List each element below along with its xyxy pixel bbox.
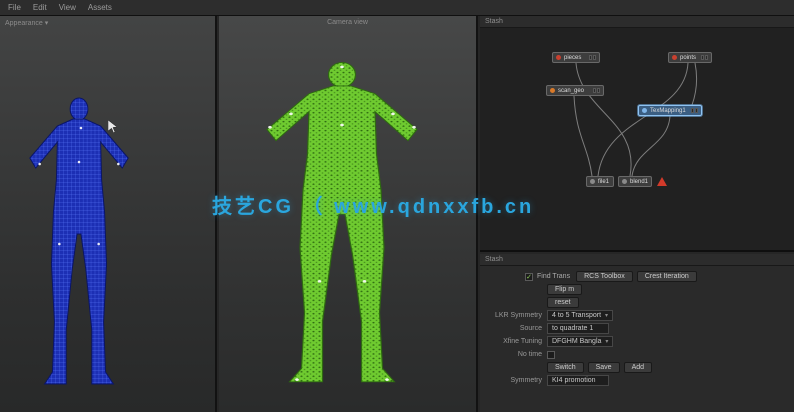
node-label: file1 bbox=[598, 179, 609, 185]
menubar: File Edit View Assets bbox=[0, 0, 794, 16]
source-field[interactable]: to quadrate 1 bbox=[547, 323, 609, 334]
find-trans-checkbox[interactable]: ✓ bbox=[525, 273, 533, 281]
notime-checkbox[interactable] bbox=[547, 351, 555, 359]
menu-assets[interactable]: Assets bbox=[88, 3, 112, 12]
tuning-field[interactable]: DFGHM Bangla ▾ bbox=[547, 336, 613, 347]
node-flags-icon bbox=[701, 55, 708, 60]
viewport-wireframe[interactable]: Appearance ▾ bbox=[0, 16, 217, 412]
blue-wireframe-figure bbox=[20, 94, 138, 394]
node-flags-icon bbox=[593, 88, 600, 93]
node-blend[interactable]: blend1 bbox=[618, 176, 652, 187]
watermark-text: 技艺CG （ www.qdnxxfb.cn bbox=[212, 190, 534, 219]
node-label: points bbox=[680, 55, 696, 61]
node-pieces[interactable]: pieces bbox=[552, 52, 600, 63]
chevron-down-icon: ▾ bbox=[605, 312, 608, 319]
node-color-dot bbox=[590, 179, 595, 184]
viewport-center-label[interactable]: Camera view bbox=[327, 19, 368, 26]
node-points[interactable]: points bbox=[668, 52, 712, 63]
warning-icon bbox=[657, 177, 667, 186]
node-color-dot bbox=[622, 179, 627, 184]
symmetry2-field-value: KI4 promotion bbox=[552, 377, 596, 384]
menu-edit[interactable]: Edit bbox=[33, 3, 47, 12]
menu-file[interactable]: File bbox=[8, 3, 21, 12]
mouse-cursor-icon bbox=[108, 120, 118, 134]
find-trans-label: Find Trans bbox=[537, 273, 570, 280]
symmetry-dropdown-value: 4 to 5 Transport bbox=[552, 312, 601, 319]
crest-iteration-button[interactable]: Crest Iteration bbox=[637, 271, 697, 283]
parameters-panel: Stash ✓ Find Trans RCS Toolbox Crest Ite… bbox=[480, 254, 794, 412]
source-label: Source bbox=[480, 325, 542, 332]
flip-button[interactable]: Flip m bbox=[547, 284, 582, 296]
node-label: blend1 bbox=[630, 179, 648, 185]
node-flags-icon bbox=[691, 108, 698, 113]
parameters-header: Stash bbox=[480, 254, 794, 266]
node-flags-icon bbox=[589, 55, 596, 60]
symmetry2-field[interactable]: KI4 promotion bbox=[547, 375, 609, 386]
add-button[interactable]: Add bbox=[624, 362, 652, 374]
node-color-dot bbox=[672, 55, 677, 60]
tuning-label: Xfine Tuning bbox=[480, 338, 542, 345]
save-button[interactable]: Save bbox=[588, 362, 620, 374]
node-color-dot bbox=[556, 55, 561, 60]
tuning-field-value: DFGHM Bangla bbox=[552, 338, 601, 345]
symmetry-label: LKR Symmetry bbox=[480, 312, 542, 319]
symmetry2-label: Symmetry bbox=[480, 377, 542, 384]
symmetry-dropdown[interactable]: 4 to 5 Transport ▾ bbox=[547, 310, 613, 321]
viewport-left-label[interactable]: Appearance ▾ bbox=[5, 19, 48, 27]
switch-button[interactable]: Switch bbox=[547, 362, 584, 374]
source-field-value: to quadrate 1 bbox=[552, 325, 593, 332]
node-scan-geo[interactable]: scan_geo bbox=[546, 85, 604, 96]
application-window: File Edit View Assets Appearance ▾ bbox=[0, 0, 794, 412]
node-label: scan_geo bbox=[558, 88, 584, 94]
green-scan-figure bbox=[252, 58, 432, 393]
reset-button[interactable]: reset bbox=[547, 297, 579, 309]
node-label: pieces bbox=[564, 55, 581, 61]
node-color-dot bbox=[550, 88, 555, 93]
node-label: TexMapping1 bbox=[650, 108, 686, 114]
chevron-down-icon: ▾ bbox=[605, 338, 608, 345]
notime-label: No time bbox=[480, 351, 542, 358]
node-texmapping-selected[interactable]: TexMapping1 bbox=[638, 105, 702, 116]
node-color-dot bbox=[642, 108, 647, 113]
rcs-toolbox-button[interactable]: RCS Toolbox bbox=[576, 271, 633, 283]
node-file[interactable]: file1 bbox=[586, 176, 614, 187]
menu-view[interactable]: View bbox=[59, 3, 76, 12]
